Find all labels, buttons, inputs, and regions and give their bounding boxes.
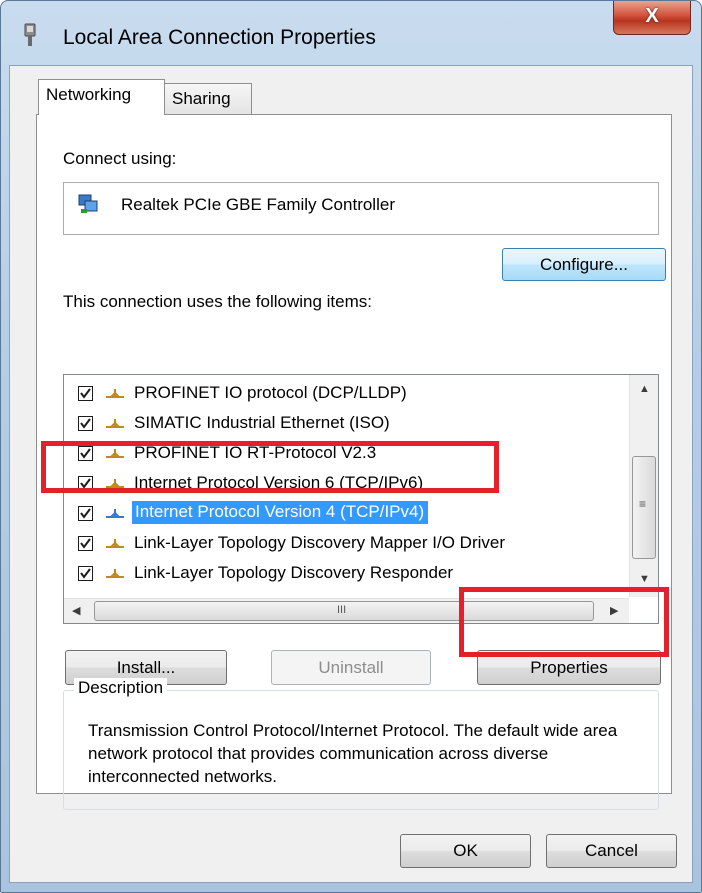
tab-networking[interactable]: Networking	[38, 79, 165, 115]
item-label: PROFINET IO protocol (DCP/LLDP)	[134, 383, 407, 402]
protocol-icon	[106, 419, 124, 428]
window-title: Local Area Connection Properties	[63, 26, 376, 49]
close-button[interactable]: X	[613, 1, 691, 35]
protocol-icon	[106, 569, 124, 578]
item-label: Link-Layer Topology Discovery Mapper I/O…	[134, 533, 505, 552]
protocol-icon	[106, 539, 124, 548]
description-group: Description Transmission Control Protoco…	[63, 678, 659, 810]
network-card-icon	[78, 194, 98, 213]
item-label: SIMATIC Industrial Ethernet (ISO)	[134, 413, 390, 432]
scroll-up-arrow-icon[interactable]: ▲	[639, 383, 650, 395]
scroll-right-arrow-icon[interactable]: ▶	[610, 604, 618, 617]
checkbox[interactable]	[78, 386, 93, 401]
items-label: This connection uses the following items…	[63, 292, 372, 311]
list-item[interactable]: SIMATIC Industrial Ethernet (ISO)	[64, 409, 624, 439]
ok-button[interactable]: OK	[400, 834, 531, 868]
adapter-name: Realtek PCIe GBE Family Controller	[121, 195, 395, 214]
network-adapter-icon	[24, 23, 36, 46]
cancel-button[interactable]: Cancel	[546, 834, 677, 868]
protocol-icon	[106, 389, 124, 398]
scroll-left-arrow-icon[interactable]: ◀	[72, 604, 80, 617]
dialog-body: Networking Sharing Connect using: Realte…	[9, 65, 693, 883]
list-item[interactable]: Link-Layer Topology Discovery Responder	[64, 559, 624, 589]
thumb-grip-icon: III	[337, 604, 347, 616]
title-bar[interactable]: Local Area Connection Properties X	[1, 1, 701, 65]
properties-window: Local Area Connection Properties X Netwo…	[0, 0, 702, 893]
thumb-grip-icon: ≡	[639, 497, 647, 511]
description-text: Transmission Control Protocol/Internet P…	[88, 721, 618, 786]
list-item[interactable]: PROFINET IO protocol (DCP/LLDP)	[64, 379, 624, 409]
networking-tab-page: Connect using: Realtek PCIe GBE Family C…	[36, 114, 672, 810]
properties-button[interactable]: Properties	[477, 650, 661, 685]
scroll-down-arrow-icon[interactable]: ▼	[639, 573, 650, 585]
checkbox[interactable]	[78, 506, 93, 521]
checkbox[interactable]	[78, 416, 93, 431]
list-item[interactable]: PROFINET IO RT-Protocol V2.3	[64, 439, 624, 469]
item-label: Link-Layer Topology Discovery Responder	[134, 563, 454, 582]
checkbox[interactable]	[78, 566, 93, 581]
list-item[interactable]: Link-Layer Topology Discovery Mapper I/O…	[64, 529, 624, 559]
configure-button[interactable]: Configure...	[502, 248, 666, 281]
item-label: PROFINET IO RT-Protocol V2.3	[134, 443, 377, 462]
checkbox[interactable]	[78, 446, 93, 461]
items-list[interactable]: PROFINET IO protocol (DCP/LLDP) SIMATIC …	[63, 374, 659, 624]
horizontal-scroll-thumb[interactable]: III	[94, 601, 594, 621]
protocol-icon	[106, 509, 124, 518]
tab-sharing[interactable]: Sharing	[164, 83, 252, 115]
protocol-icon	[106, 449, 124, 458]
checkbox[interactable]	[78, 536, 93, 551]
list-item-selected[interactable]: Internet Protocol Version 4 (TCP/IPv4)	[64, 499, 624, 529]
uninstall-button[interactable]: Uninstall	[271, 650, 431, 685]
vertical-scroll-thumb[interactable]: ≡	[632, 456, 656, 559]
item-label: Internet Protocol Version 6 (TCP/IPv6)	[134, 473, 424, 492]
horizontal-scrollbar[interactable]: ◀ III ▶	[64, 598, 629, 623]
description-legend: Description	[74, 678, 168, 698]
protocol-icon	[106, 479, 124, 488]
adapter-field: Realtek PCIe GBE Family Controller	[63, 182, 659, 235]
item-label: Internet Protocol Version 4 (TCP/IPv4)	[132, 501, 429, 524]
vertical-scrollbar[interactable]: ▲ ≡ ▼	[629, 375, 658, 597]
checkbox[interactable]	[78, 476, 93, 491]
list-item[interactable]: Internet Protocol Version 6 (TCP/IPv6)	[64, 469, 624, 499]
connect-using-label: Connect using:	[63, 149, 177, 168]
